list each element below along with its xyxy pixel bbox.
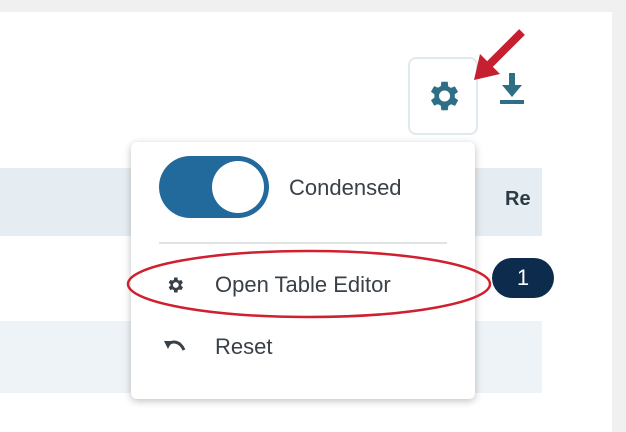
gear-icon xyxy=(430,81,459,111)
column-header[interactable]: Re xyxy=(505,188,531,211)
reset-menu-item[interactable]: Reset xyxy=(131,322,475,372)
menu-item-label: Reset xyxy=(215,334,273,359)
highlight-ellipse xyxy=(126,249,492,319)
menu-divider xyxy=(159,242,447,244)
condensed-toggle-label: Condensed xyxy=(289,175,402,200)
toggle-knob xyxy=(212,161,264,213)
pointer-arrow xyxy=(474,29,525,80)
undo-icon xyxy=(163,335,187,359)
step-badge: 1 xyxy=(492,258,554,298)
table-settings-button[interactable] xyxy=(408,57,478,135)
condensed-toggle[interactable] xyxy=(159,156,269,218)
